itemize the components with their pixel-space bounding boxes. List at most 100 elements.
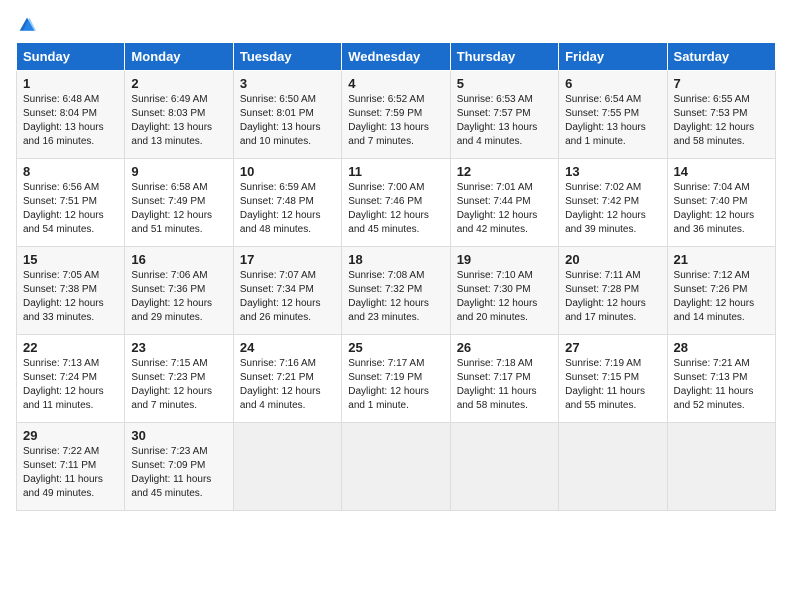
day-number: 17 bbox=[240, 252, 335, 267]
calendar-cell: 17 Sunrise: 7:07 AM Sunset: 7:34 PM Dayli… bbox=[233, 247, 341, 335]
day-number: 13 bbox=[565, 164, 660, 179]
day-info: Sunrise: 7:11 AM Sunset: 7:28 PM Dayligh… bbox=[565, 269, 660, 325]
day-info: Sunrise: 6:52 AM Sunset: 7:59 PM Dayligh… bbox=[348, 93, 443, 149]
header bbox=[16, 16, 776, 34]
weekday-header-wednesday: Wednesday bbox=[342, 43, 450, 71]
calendar-cell: 9 Sunrise: 6:58 AM Sunset: 7:49 PM Daylig… bbox=[125, 159, 233, 247]
day-number: 1 bbox=[23, 76, 118, 91]
day-info: Sunrise: 7:08 AM Sunset: 7:32 PM Dayligh… bbox=[348, 269, 443, 325]
calendar-cell: 11Sunrise: 7:00 AM Sunset: 7:46 PM Dayli… bbox=[342, 159, 450, 247]
day-info: Sunrise: 6:59 AM Sunset: 7:48 PM Dayligh… bbox=[240, 181, 335, 237]
day-number: 10 bbox=[240, 164, 335, 179]
day-number: 29 bbox=[23, 428, 118, 443]
day-number: 9 bbox=[131, 164, 226, 179]
day-info: Sunrise: 6:58 AM Sunset: 7:49 PM Dayligh… bbox=[131, 181, 226, 237]
day-number: 25 bbox=[348, 340, 443, 355]
calendar-cell bbox=[342, 423, 450, 511]
calendar-cell: 10 Sunrise: 6:59 AM Sunset: 7:48 PM Dayli… bbox=[233, 159, 341, 247]
calendar-cell: 3 Sunrise: 6:50 AM Sunset: 8:01 PM Daylig… bbox=[233, 71, 341, 159]
calendar-week-5: 29Sunrise: 7:22 AM Sunset: 7:11 PM Dayli… bbox=[17, 423, 776, 511]
day-number: 11 bbox=[348, 164, 443, 179]
calendar-cell: 20 Sunrise: 7:11 AM Sunset: 7:28 PM Dayli… bbox=[559, 247, 667, 335]
calendar-cell: 21 Sunrise: 7:12 AM Sunset: 7:26 PM Dayli… bbox=[667, 247, 775, 335]
weekday-header-thursday: Thursday bbox=[450, 43, 558, 71]
day-number: 28 bbox=[674, 340, 769, 355]
calendar-cell: 24 Sunrise: 7:16 AM Sunset: 7:21 PM Dayli… bbox=[233, 335, 341, 423]
weekday-row: SundayMondayTuesdayWednesdayThursdayFrid… bbox=[17, 43, 776, 71]
calendar-cell: 6Sunrise: 6:54 AM Sunset: 7:55 PM Daylig… bbox=[559, 71, 667, 159]
day-number: 6 bbox=[565, 76, 660, 91]
calendar-cell: 7 Sunrise: 6:55 AM Sunset: 7:53 PM Daylig… bbox=[667, 71, 775, 159]
calendar-cell: 12 Sunrise: 7:01 AM Sunset: 7:44 PM Dayli… bbox=[450, 159, 558, 247]
day-info: Sunrise: 7:19 AM Sunset: 7:15 PM Dayligh… bbox=[565, 357, 660, 413]
day-number: 26 bbox=[457, 340, 552, 355]
calendar-header: SundayMondayTuesdayWednesdayThursdayFrid… bbox=[17, 43, 776, 71]
day-info: Sunrise: 7:21 AM Sunset: 7:13 PM Dayligh… bbox=[674, 357, 769, 413]
day-number: 19 bbox=[457, 252, 552, 267]
calendar-week-2: 8 Sunrise: 6:56 AM Sunset: 7:51 PM Daylig… bbox=[17, 159, 776, 247]
day-info: Sunrise: 6:50 AM Sunset: 8:01 PM Dayligh… bbox=[240, 93, 335, 149]
day-info: Sunrise: 7:23 AM Sunset: 7:09 PM Dayligh… bbox=[131, 445, 226, 501]
calendar-cell: 19 Sunrise: 7:10 AM Sunset: 7:30 PM Dayli… bbox=[450, 247, 558, 335]
calendar-cell: 5Sunrise: 6:53 AM Sunset: 7:57 PM Daylig… bbox=[450, 71, 558, 159]
day-info: Sunrise: 6:48 AM Sunset: 8:04 PM Dayligh… bbox=[23, 93, 118, 149]
calendar-body: 1 Sunrise: 6:48 AM Sunset: 8:04 PM Daylig… bbox=[17, 71, 776, 511]
day-info: Sunrise: 7:16 AM Sunset: 7:21 PM Dayligh… bbox=[240, 357, 335, 413]
calendar-cell: 30 Sunrise: 7:23 AM Sunset: 7:09 PM Dayli… bbox=[125, 423, 233, 511]
calendar-cell: 15Sunrise: 7:05 AM Sunset: 7:38 PM Dayli… bbox=[17, 247, 125, 335]
calendar-table: SundayMondayTuesdayWednesdayThursdayFrid… bbox=[16, 42, 776, 511]
calendar-cell: 22 Sunrise: 7:13 AM Sunset: 7:24 PM Dayli… bbox=[17, 335, 125, 423]
day-number: 20 bbox=[565, 252, 660, 267]
day-info: Sunrise: 6:55 AM Sunset: 7:53 PM Dayligh… bbox=[674, 93, 769, 149]
day-number: 8 bbox=[23, 164, 118, 179]
calendar-cell: 26 Sunrise: 7:18 AM Sunset: 7:17 PM Dayli… bbox=[450, 335, 558, 423]
calendar-cell bbox=[667, 423, 775, 511]
day-number: 24 bbox=[240, 340, 335, 355]
day-info: Sunrise: 7:06 AM Sunset: 7:36 PM Dayligh… bbox=[131, 269, 226, 325]
weekday-header-friday: Friday bbox=[559, 43, 667, 71]
calendar-cell: 23 Sunrise: 7:15 AM Sunset: 7:23 PM Dayli… bbox=[125, 335, 233, 423]
day-info: Sunrise: 7:15 AM Sunset: 7:23 PM Dayligh… bbox=[131, 357, 226, 413]
calendar-cell: 16Sunrise: 7:06 AM Sunset: 7:36 PM Dayli… bbox=[125, 247, 233, 335]
day-info: Sunrise: 7:12 AM Sunset: 7:26 PM Dayligh… bbox=[674, 269, 769, 325]
day-info: Sunrise: 6:56 AM Sunset: 7:51 PM Dayligh… bbox=[23, 181, 118, 237]
day-number: 3 bbox=[240, 76, 335, 91]
calendar-cell: 4 Sunrise: 6:52 AM Sunset: 7:59 PM Daylig… bbox=[342, 71, 450, 159]
calendar-cell: 8 Sunrise: 6:56 AM Sunset: 7:51 PM Daylig… bbox=[17, 159, 125, 247]
calendar-cell: 2 Sunrise: 6:49 AM Sunset: 8:03 PM Daylig… bbox=[125, 71, 233, 159]
day-number: 15 bbox=[23, 252, 118, 267]
calendar-cell: 13 Sunrise: 7:02 AM Sunset: 7:42 PM Dayli… bbox=[559, 159, 667, 247]
day-info: Sunrise: 7:10 AM Sunset: 7:30 PM Dayligh… bbox=[457, 269, 552, 325]
day-info: Sunrise: 7:13 AM Sunset: 7:24 PM Dayligh… bbox=[23, 357, 118, 413]
calendar-cell: 28 Sunrise: 7:21 AM Sunset: 7:13 PM Dayli… bbox=[667, 335, 775, 423]
day-number: 7 bbox=[674, 76, 769, 91]
day-number: 5 bbox=[457, 76, 552, 91]
calendar-cell: 18 Sunrise: 7:08 AM Sunset: 7:32 PM Dayli… bbox=[342, 247, 450, 335]
calendar-week-4: 22 Sunrise: 7:13 AM Sunset: 7:24 PM Dayli… bbox=[17, 335, 776, 423]
calendar-cell bbox=[559, 423, 667, 511]
day-number: 22 bbox=[23, 340, 118, 355]
calendar-week-1: 1 Sunrise: 6:48 AM Sunset: 8:04 PM Daylig… bbox=[17, 71, 776, 159]
day-info: Sunrise: 7:07 AM Sunset: 7:34 PM Dayligh… bbox=[240, 269, 335, 325]
day-number: 2 bbox=[131, 76, 226, 91]
day-number: 18 bbox=[348, 252, 443, 267]
calendar-cell: 14Sunrise: 7:04 AM Sunset: 7:40 PM Dayli… bbox=[667, 159, 775, 247]
day-info: Sunrise: 7:17 AM Sunset: 7:19 PM Dayligh… bbox=[348, 357, 443, 413]
calendar-cell bbox=[233, 423, 341, 511]
day-number: 30 bbox=[131, 428, 226, 443]
day-number: 27 bbox=[565, 340, 660, 355]
calendar-cell: 25 Sunrise: 7:17 AM Sunset: 7:19 PM Dayli… bbox=[342, 335, 450, 423]
weekday-header-saturday: Saturday bbox=[667, 43, 775, 71]
logo bbox=[16, 16, 36, 34]
day-info: Sunrise: 7:01 AM Sunset: 7:44 PM Dayligh… bbox=[457, 181, 552, 237]
calendar-cell bbox=[450, 423, 558, 511]
day-number: 21 bbox=[674, 252, 769, 267]
day-info: Sunrise: 7:02 AM Sunset: 7:42 PM Dayligh… bbox=[565, 181, 660, 237]
day-info: Sunrise: 7:18 AM Sunset: 7:17 PM Dayligh… bbox=[457, 357, 552, 413]
day-number: 4 bbox=[348, 76, 443, 91]
day-number: 12 bbox=[457, 164, 552, 179]
calendar-cell: 27 Sunrise: 7:19 AM Sunset: 7:15 PM Dayli… bbox=[559, 335, 667, 423]
day-info: Sunrise: 6:49 AM Sunset: 8:03 PM Dayligh… bbox=[131, 93, 226, 149]
weekday-header-tuesday: Tuesday bbox=[233, 43, 341, 71]
day-number: 23 bbox=[131, 340, 226, 355]
